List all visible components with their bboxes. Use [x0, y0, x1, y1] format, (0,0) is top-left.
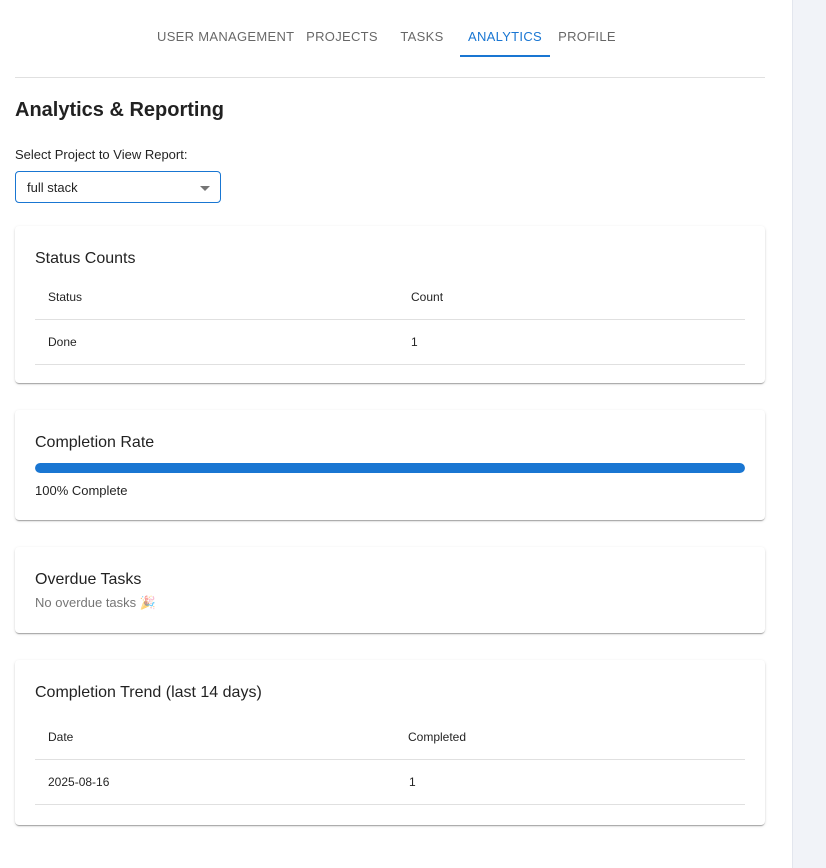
status-counts-card: Status Counts Status Count Done 1 — [15, 226, 765, 383]
tab-profile[interactable]: PROFILE — [555, 16, 619, 57]
nav-tabs: USER MANAGEMENT PROJECTS TASKS ANALYTICS… — [15, 0, 765, 78]
chevron-down-icon — [200, 186, 210, 191]
overdue-tasks-card: Overdue Tasks No overdue tasks 🎉 — [15, 547, 765, 633]
column-header-date: Date — [48, 730, 74, 744]
table-header-row: Date Completed — [35, 715, 745, 760]
status-cell: Done — [48, 335, 77, 349]
count-cell: 1 — [411, 335, 418, 349]
completion-trend-title: Completion Trend (last 14 days) — [35, 684, 262, 701]
column-header-count: Count — [411, 290, 444, 304]
completed-cell: 1 — [409, 775, 416, 789]
column-header-status: Status — [48, 290, 83, 304]
page-title: Analytics & Reporting — [15, 99, 224, 121]
main-content: USER MANAGEMENT PROJECTS TASKS ANALYTICS… — [15, 0, 765, 825]
date-cell: 2025-08-16 — [48, 775, 110, 789]
tab-projects[interactable]: PROJECTS — [301, 16, 383, 57]
tab-tasks[interactable]: TASKS — [395, 16, 449, 57]
completion-progress-bar — [35, 463, 745, 473]
page-scrollbar[interactable] — [792, 0, 826, 868]
completion-rate-title: Completion Rate — [35, 434, 155, 451]
completion-progress-fill — [35, 463, 745, 473]
column-header-completed: Completed — [408, 730, 467, 744]
completion-trend-card: Completion Trend (last 14 days) Date Com… — [15, 660, 765, 825]
overdue-empty-message: No overdue tasks 🎉 — [35, 595, 156, 610]
project-select-value: full stack — [27, 180, 78, 195]
table-row: Done 1 — [35, 320, 745, 365]
completion-trend-table: Date Completed 2025-08-16 1 — [35, 715, 745, 805]
project-select[interactable]: full stack — [15, 171, 221, 203]
tab-user-management[interactable]: USER MANAGEMENT — [157, 16, 294, 57]
table-row: 2025-08-16 1 — [35, 760, 745, 805]
project-select-label: Select Project to View Report: — [15, 147, 188, 162]
table-header-row: Status Count — [35, 275, 745, 320]
tab-analytics[interactable]: ANALYTICS — [460, 16, 550, 57]
overdue-tasks-title: Overdue Tasks — [35, 571, 142, 588]
status-counts-title: Status Counts — [35, 250, 136, 267]
completion-rate-card: Completion Rate 100% Complete — [15, 410, 765, 520]
completion-rate-label: 100% Complete — [35, 483, 128, 498]
status-counts-table: Status Count Done 1 — [35, 275, 745, 365]
